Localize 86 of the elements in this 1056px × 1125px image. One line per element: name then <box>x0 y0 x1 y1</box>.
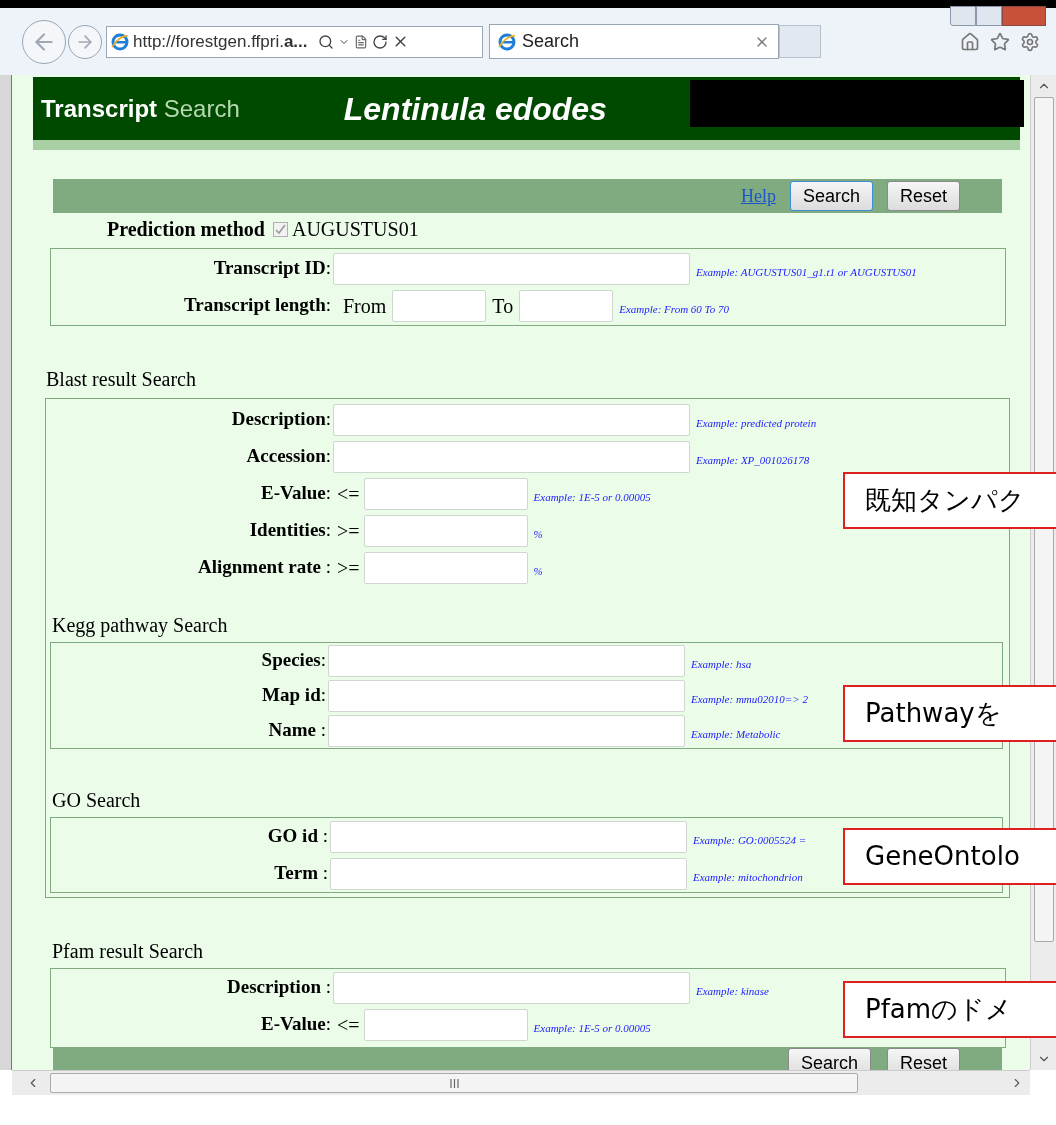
example-hint: Example: mitochondrion <box>693 870 803 886</box>
example-hint: Example: Metabolic <box>691 727 781 743</box>
text-field[interactable] <box>330 857 687 890</box>
callout-box: Pfamのドメ <box>843 981 1056 1038</box>
browser-tab[interactable]: Search <box>489 24 779 59</box>
operator-label: <= <box>337 481 360 507</box>
home-icon[interactable] <box>960 31 980 52</box>
example-hint: Example: 1E-5 or 0.00005 <box>533 490 651 506</box>
field-label: Transcript length: <box>183 293 331 318</box>
example-hint: Example: XP_001026178 <box>696 453 810 469</box>
section-title: Kegg pathway Search <box>52 613 229 639</box>
text-field[interactable] <box>328 679 685 712</box>
field-label: Alignment rate : <box>197 555 331 580</box>
address-url: http://forestgen.ffpri.a... <box>133 30 308 53</box>
field-label: E-Value: <box>259 481 331 506</box>
from-label: From <box>343 293 387 319</box>
field-label: Species: <box>260 648 326 673</box>
page-title: Transcript Search <box>41 93 240 124</box>
scroll-thumb[interactable] <box>50 1073 858 1093</box>
example-hint: % <box>533 527 543 543</box>
text-field[interactable] <box>333 440 690 473</box>
callout-box: 既知タンパク <box>843 472 1056 529</box>
refresh-icon[interactable] <box>371 33 388 50</box>
field-label: Identities: <box>248 518 331 543</box>
text-field[interactable] <box>333 252 690 285</box>
example-hint: Example: kinase <box>696 984 769 1000</box>
text-field[interactable] <box>363 477 528 510</box>
to-label: To <box>492 293 514 319</box>
browser-logo-icon <box>498 32 516 51</box>
example-hint: Example: 1E-5 or 0.00005 <box>533 1021 651 1037</box>
example-hint: Example: AUGUSTUS01_g1.t1 or AUGUSTUS01 <box>696 265 917 281</box>
address-bar[interactable]: http://forestgen.ffpri.a... <box>106 25 483 58</box>
example-hint: Example: From 60 To 70 <box>619 302 729 318</box>
favorites-icon[interactable] <box>990 31 1010 52</box>
field-label: GO id : <box>266 824 328 849</box>
search-button[interactable]: Search <box>789 181 873 211</box>
operator-label: >= <box>337 518 360 544</box>
forward-button[interactable] <box>68 24 102 59</box>
search-icon[interactable] <box>317 33 334 50</box>
text-field[interactable] <box>363 514 528 547</box>
settings-icon[interactable] <box>1020 31 1040 52</box>
example-hint: % <box>533 564 543 580</box>
example-hint: Example: predicted protein <box>696 416 817 432</box>
text-field[interactable] <box>328 714 685 747</box>
field-label: Description : <box>226 975 331 1000</box>
minimize-button[interactable] <box>950 6 976 26</box>
text-field[interactable] <box>328 644 685 677</box>
species-title: Lentinula edodes <box>343 89 607 129</box>
text-field[interactable] <box>333 971 690 1004</box>
text-field[interactable] <box>333 403 690 436</box>
operator-label: <= <box>337 1012 360 1038</box>
horizontal-scrollbar[interactable] <box>12 1070 1030 1095</box>
text-field[interactable] <box>363 1008 528 1041</box>
reset-button[interactable]: Search <box>787 1048 871 1070</box>
callout-box: GeneOntolo <box>843 828 1056 885</box>
text-field[interactable] <box>519 289 614 322</box>
compatibility-icon[interactable] <box>353 34 368 49</box>
field-label: Accession: <box>245 444 331 469</box>
grip-icon <box>449 1078 459 1088</box>
method-name: AUGUSTUS01 <box>291 217 419 242</box>
section-title: Blast result Search <box>46 367 197 392</box>
field-label: Term : <box>273 861 328 886</box>
callout-box: Pathwayを <box>843 685 1056 742</box>
field-label: E-Value: <box>259 1012 331 1037</box>
example-hint: Example: hsa <box>691 657 752 673</box>
field-label: Name : <box>267 718 326 743</box>
text-field[interactable] <box>363 551 528 584</box>
new-tab-button[interactable] <box>779 25 821 58</box>
section-title: Pfam result Search <box>52 939 205 964</box>
operator-label: >= <box>337 555 360 581</box>
reset-button[interactable]: Reset <box>886 181 960 211</box>
back-button[interactable] <box>22 19 66 64</box>
maximize-button[interactable] <box>976 6 1002 26</box>
example-hint: Example: mmu02010=> 2 <box>691 692 808 708</box>
field-label: Transcript ID: <box>212 256 331 281</box>
text-field[interactable] <box>392 289 487 322</box>
close-button[interactable] <box>1002 6 1046 26</box>
text-field[interactable] <box>330 820 687 853</box>
reset-button[interactable]: Reset <box>886 1048 960 1070</box>
field-label: Map id: <box>261 683 326 708</box>
field-label: Prediction method <box>107 217 265 242</box>
section-title: GO Search <box>52 788 142 813</box>
example-hint: Example: GO:0005524 = <box>693 833 807 849</box>
browser-logo-icon <box>111 32 129 51</box>
field-label: Description: <box>230 407 331 432</box>
tab-title: Search <box>522 30 580 53</box>
